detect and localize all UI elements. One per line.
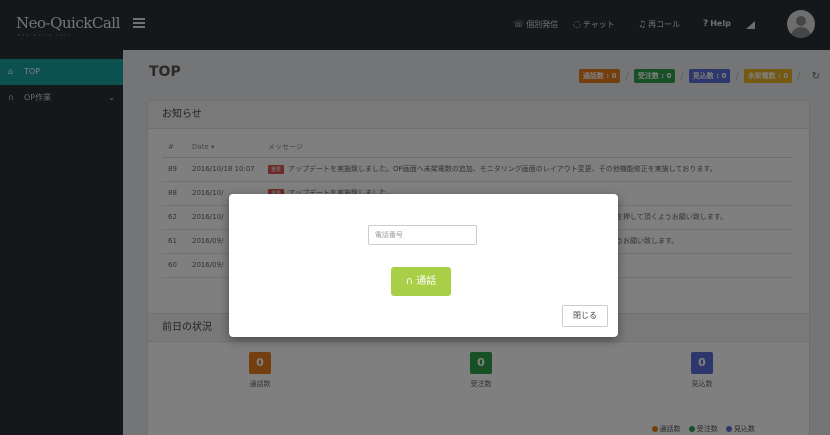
close-button[interactable]: 閉じる: [562, 305, 608, 327]
call-dialog: ∩ 通話 閉じる: [229, 194, 618, 337]
call-button[interactable]: ∩ 通話: [391, 267, 451, 296]
headset-icon: ∩: [405, 276, 414, 287]
call-button-label: 通話: [416, 276, 437, 287]
phone-number-input[interactable]: [368, 225, 477, 245]
